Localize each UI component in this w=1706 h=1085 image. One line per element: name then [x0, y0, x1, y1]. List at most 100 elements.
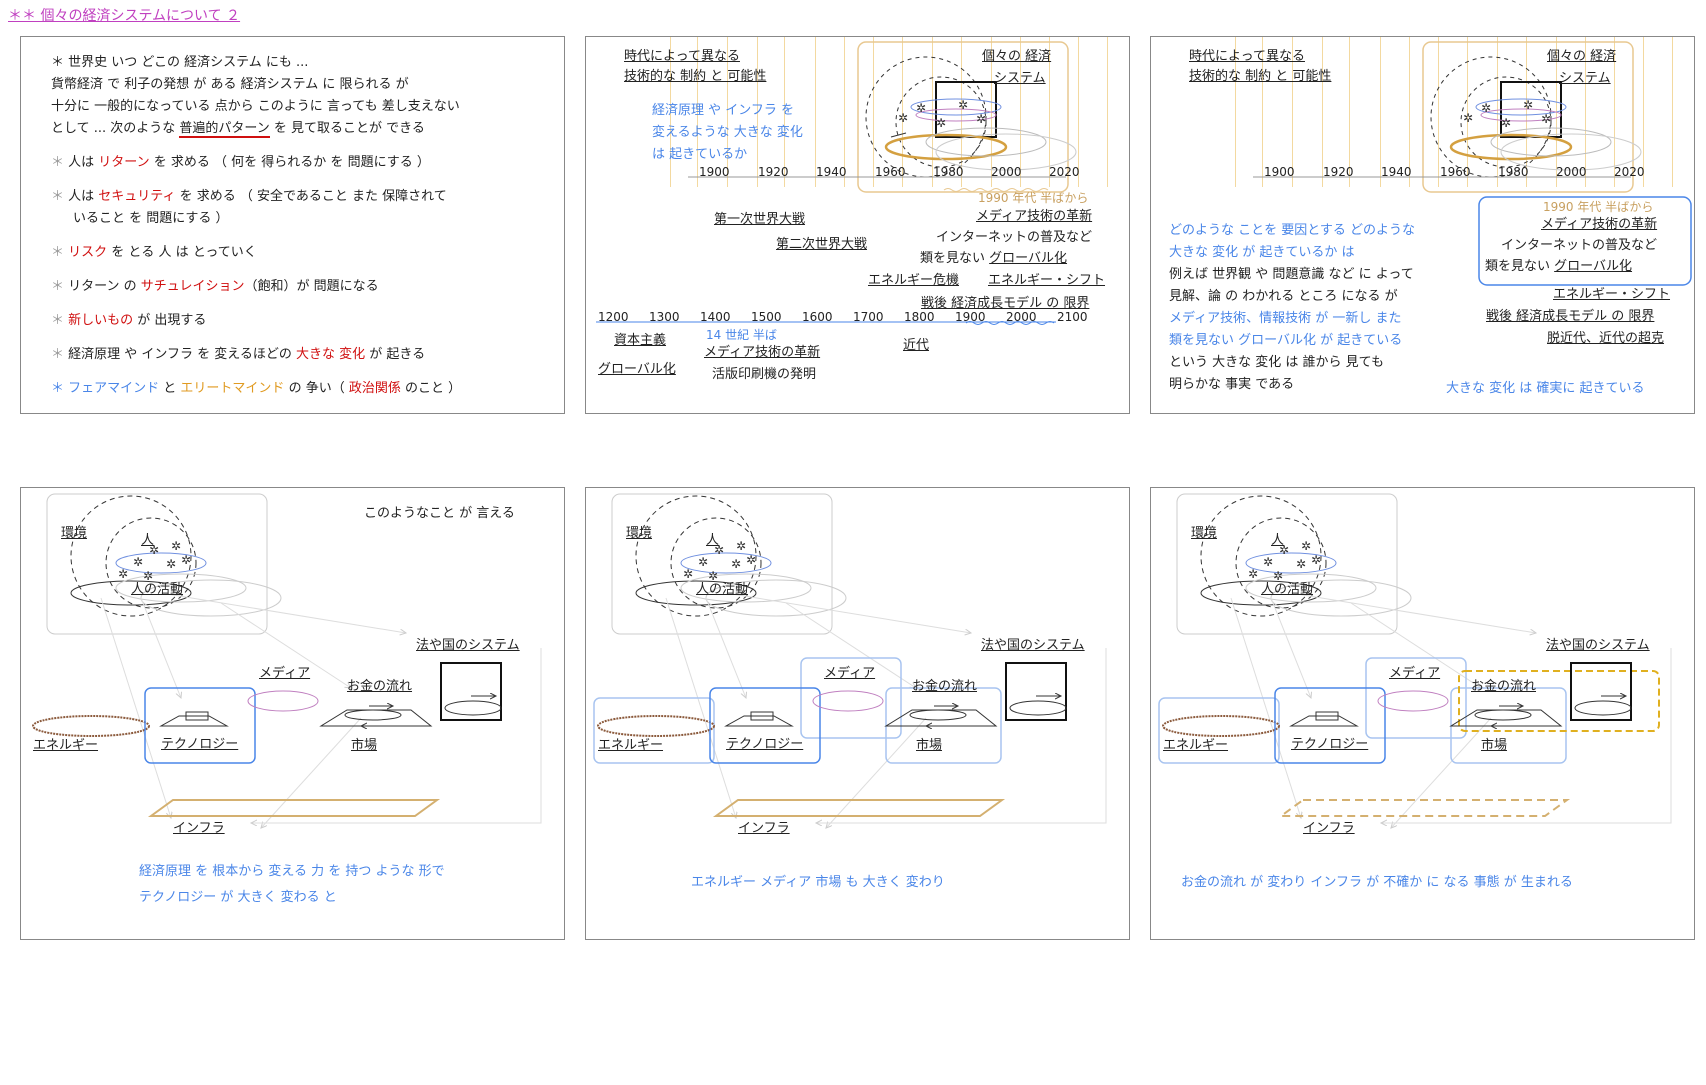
analysis-line-3: 例えば 世界観 や 問題意識 など に よって — [1169, 267, 1414, 282]
capitalism: 資本主義 — [614, 333, 667, 348]
svg-text:✲: ✲ — [1263, 555, 1273, 569]
system-label-1: 個々の 経済 — [1547, 49, 1617, 64]
year-tick: 1500 — [751, 310, 782, 324]
panel-patterns: ＊ 世界史 いつ どこの 経済システム にも ... 貨幣経済 で 利子の発想 … — [20, 36, 565, 414]
analysis-line-7: という 大きな 変化 は 誰から 見ても — [1169, 355, 1385, 370]
media-label: メディア — [259, 666, 311, 681]
media-innovation: メディア技術の革新 — [976, 209, 1093, 224]
person-label: 人 — [1271, 533, 1285, 548]
technology-label: テクノロジー — [1291, 737, 1369, 752]
svg-text:✲: ✲ — [143, 569, 153, 583]
year-tick: 1920 — [1323, 165, 1354, 179]
list-item: ＊ リスク を とる 人 は とっていく — [51, 245, 257, 260]
svg-text:✲: ✲ — [1463, 111, 1473, 125]
14th-century: 14 世紀 半ば — [706, 328, 777, 342]
era-head-1: 時代によって異なる — [1189, 49, 1305, 64]
ww1: 第一次世界大戦 — [714, 212, 806, 227]
analysis-line-8: 明らかな 事実 である — [1169, 377, 1295, 392]
market-label: 市場 — [351, 738, 378, 753]
mid-90s: 1990 年代 半ばから — [1543, 200, 1654, 214]
svg-text:✲: ✲ — [936, 116, 946, 130]
mid-90s: 1990 年代 半ばから — [978, 191, 1089, 205]
year-tick: 2020 — [1049, 165, 1080, 179]
media-label: メディア — [824, 666, 876, 681]
year-tick: 2000 — [1006, 310, 1037, 324]
svg-text:✲: ✲ — [1301, 539, 1311, 553]
infrastructure-label: インフラ — [173, 821, 225, 836]
environment-label: 環境 — [1191, 526, 1218, 541]
caption-1: 経済原理 を 根本から 変える 力 を 持つ ような 形で — [139, 864, 445, 879]
globalization: 類を見ない グローバル化 — [920, 251, 1068, 266]
market-label: 市場 — [1481, 738, 1508, 753]
internet-spread: インターネットの普及など — [936, 230, 1093, 245]
caption-2: テクノロジー が 大きく 変わる と — [139, 890, 337, 905]
energy-label: エネルギー — [1163, 738, 1229, 753]
technology-label: テクノロジー — [161, 737, 239, 752]
printing-press: 活版印刷機の発明 — [712, 367, 817, 382]
svg-text:✲: ✲ — [736, 539, 746, 553]
year-tick: 2020 — [1614, 165, 1645, 179]
year-tick: 2000 — [991, 165, 1022, 179]
svg-text:✲: ✲ — [1311, 553, 1321, 567]
svg-text:✲: ✲ — [118, 567, 128, 581]
ww2: 第二次世界大戦 — [776, 237, 868, 252]
year-tick: 1980 — [933, 165, 964, 179]
year-tick: 1940 — [816, 165, 847, 179]
caption: お金の流れ が 変わり インフラ が 不確か に なる 事態 が 生まれる — [1181, 875, 1573, 890]
analysis-line-4: 見解、論 の わかれる ところ になる が — [1169, 289, 1398, 304]
year-tick: 1900 — [955, 310, 986, 324]
analysis-line-1: どのような ことを 要因とする どのような — [1169, 223, 1416, 238]
year-tick: 1600 — [802, 310, 833, 324]
panel-diagram-1: ✲ ✲ ✲ ✲ ✲ ✲ ✲ このようなこと が 言える 環境 人 人の活動 法や… — [20, 487, 565, 940]
technology-label: テクノロジー — [726, 737, 804, 752]
timeline-svg: ✲ ✲ ✲ ✲ ✲ — [596, 41, 1077, 325]
panel-diagram-2: ✲ ✲ ✲ ✲ ✲ ✲ ✲ 環境 人 人の活動 法や国のシステム メディア お金… — [585, 487, 1130, 940]
svg-text:✲: ✲ — [958, 98, 968, 112]
panel-analysis: ✲ ✲ ✲ ✲ ✲ 時代によって異なる 技術的な 制約 と 可能性 個々の 経済… — [1150, 36, 1695, 414]
market-label: 市場 — [916, 738, 943, 753]
energy-shift: エネルギー・シフト — [988, 273, 1106, 288]
year-tick: 1900 — [1264, 165, 1295, 179]
environment-label: 環境 — [61, 526, 88, 541]
era-head-2: 技術的な 制約 と 可能性 — [1189, 69, 1332, 84]
svg-text:✲: ✲ — [916, 101, 926, 115]
activity-label: 人の活動 — [131, 582, 184, 597]
analysis-line-2: 大きな 変化 が 起きているか は — [1169, 245, 1355, 260]
media-label: メディア — [1389, 666, 1441, 681]
change-q-2: 変えるような 大きな 変化 — [652, 125, 803, 140]
era-head-2: 技術的な 制約 と 可能性 — [624, 69, 767, 84]
system-diagram: ✲ ✲ ✲ ✲ ✲ ✲ ✲ — [1158, 493, 1672, 939]
activity-label: 人の活動 — [696, 582, 749, 597]
svg-text:✲: ✲ — [746, 553, 756, 567]
energy-label: エネルギー — [33, 738, 99, 753]
money-flow-label: お金の流れ — [347, 679, 413, 694]
svg-text:✲: ✲ — [1481, 101, 1491, 115]
year-tick: 1200 — [598, 310, 629, 324]
analysis-line-6: 類を見ない グローバル化 が 起きている — [1169, 333, 1403, 348]
panel-diagram-3: ✲ ✲ ✲ ✲ ✲ ✲ ✲ 環境 人 人の活動 法や国のシステム メディア お金… — [1150, 487, 1695, 940]
svg-text:✲: ✲ — [133, 555, 143, 569]
list-item: ＊ 人は リターン を 求める （ 何を 得られるか を 問題にする ） — [51, 155, 430, 170]
year-tick: 2000 — [1556, 165, 1587, 179]
intro-line-1: ＊ 世界史 いつ どこの 経済システム にも ... — [51, 55, 309, 70]
media-innovation-2: メディア技術の革新 — [704, 345, 821, 360]
year-tick: 1980 — [1498, 165, 1529, 179]
law-system-label: 法や国のシステム — [1546, 638, 1650, 653]
globalization-2: グローバル化 — [598, 362, 676, 377]
page-title: ＊＊ 個々の経済システムについて ２ — [8, 8, 241, 24]
year-tick: 1400 — [700, 310, 731, 324]
money-flow-label: お金の流れ — [1471, 679, 1537, 694]
svg-text:✲: ✲ — [1541, 112, 1551, 126]
system-label-1: 個々の 経済 — [982, 49, 1052, 64]
conclusion: 大きな 変化 は 確実に 起きている — [1446, 381, 1645, 396]
list-item: ＊ 新しいもの が 出現する — [51, 313, 207, 328]
universal-pattern: 普遍的パターン — [179, 121, 270, 138]
energy-label: エネルギー — [598, 738, 664, 753]
system-diagram: ✲ ✲ ✲ ✲ ✲ ✲ ✲ — [593, 493, 1107, 939]
svg-text:✲: ✲ — [181, 553, 191, 567]
svg-text:✲: ✲ — [898, 111, 908, 125]
list-item-cont: いること を 問題にする ） — [73, 211, 229, 226]
activity-label: 人の活動 — [1261, 582, 1314, 597]
svg-text:✲: ✲ — [976, 112, 986, 126]
system-label-2: システム — [994, 71, 1046, 86]
